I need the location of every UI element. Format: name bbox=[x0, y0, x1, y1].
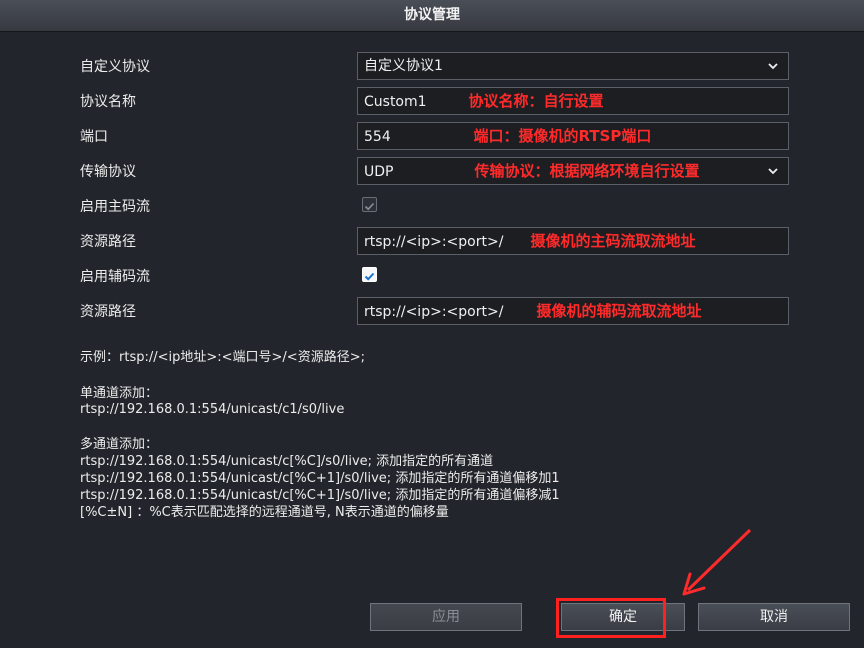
protocol-name-label: 协议名称 bbox=[80, 94, 136, 110]
chevron-down-icon bbox=[768, 168, 778, 175]
port-input[interactable]: 554 端口：摄像机的RTSP端口 bbox=[357, 122, 789, 150]
main-path-input[interactable]: rtsp://<ip>:<port>/ 摄像机的主码流取流地址 bbox=[357, 227, 789, 255]
transport-select[interactable]: UDP 传输协议：根据网络环境自行设置 bbox=[357, 157, 789, 185]
help-multi-line: [%C±N] ：%C表示匹配选择的远程通道号, N表示通道的偏移量 bbox=[80, 505, 449, 520]
protocol-name-input[interactable]: Custom1 协议名称：自行设置 bbox=[357, 87, 789, 115]
main-path-value: rtsp://<ip>:<port>/ bbox=[364, 234, 504, 250]
transport-label: 传输协议 bbox=[80, 164, 136, 180]
sub-path-input[interactable]: rtsp://<ip>:<port>/ 摄像机的辅码流取流地址 bbox=[357, 297, 789, 325]
sub-path-label: 资源路径 bbox=[80, 304, 136, 320]
sub-path-value: rtsp://<ip>:<port>/ bbox=[364, 304, 504, 320]
custom-protocol-value: 自定义协议1 bbox=[364, 58, 443, 74]
port-label: 端口 bbox=[80, 129, 108, 145]
help-multi-line: rtsp://192.168.0.1:554/unicast/c[%C+1]/s… bbox=[80, 488, 560, 503]
port-value: 554 bbox=[364, 129, 391, 145]
apply-button[interactable]: 应用 bbox=[370, 603, 522, 631]
main-stream-label: 启用主码流 bbox=[80, 199, 150, 215]
cancel-button[interactable]: 取消 bbox=[698, 603, 850, 631]
custom-protocol-label: 自定义协议 bbox=[80, 59, 150, 75]
chevron-down-icon bbox=[768, 63, 778, 70]
transport-note: 传输协议：根据网络环境自行设置 bbox=[474, 162, 700, 180]
sub-stream-label: 启用辅码流 bbox=[80, 269, 150, 285]
main-path-note: 摄像机的主码流取流地址 bbox=[530, 232, 696, 250]
dialog-title: 协议管理 bbox=[0, 0, 864, 32]
check-icon bbox=[364, 272, 375, 281]
annotation-arrow-icon bbox=[682, 528, 752, 596]
ok-button[interactable]: 确定 bbox=[561, 603, 685, 631]
help-multi-title: 多通道添加： bbox=[80, 437, 159, 452]
main-path-label: 资源路径 bbox=[80, 234, 136, 250]
help-multi-line: rtsp://192.168.0.1:554/unicast/c[%C+1]/s… bbox=[80, 471, 560, 486]
protocol-name-note: 协议名称：自行设置 bbox=[468, 92, 604, 110]
port-note: 端口：摄像机的RTSP端口 bbox=[473, 127, 652, 145]
help-single-line: rtsp://192.168.0.1:554/unicast/c1/s0/liv… bbox=[80, 402, 345, 417]
help-example: 示例：rtsp://<ip地址>:<端口号>/<资源路径>; bbox=[80, 350, 365, 365]
help-multi-line: rtsp://192.168.0.1:554/unicast/c[%C]/s0/… bbox=[80, 454, 494, 469]
protocol-name-value: Custom1 bbox=[364, 94, 427, 110]
check-icon bbox=[364, 202, 375, 211]
transport-value: UDP bbox=[364, 164, 394, 180]
custom-protocol-select[interactable]: 自定义协议1 bbox=[357, 52, 789, 80]
help-single-title: 单通道添加： bbox=[80, 386, 159, 401]
main-stream-checkbox[interactable] bbox=[362, 197, 377, 212]
sub-path-note: 摄像机的辅码流取流地址 bbox=[536, 302, 702, 320]
sub-stream-checkbox[interactable] bbox=[362, 267, 377, 282]
